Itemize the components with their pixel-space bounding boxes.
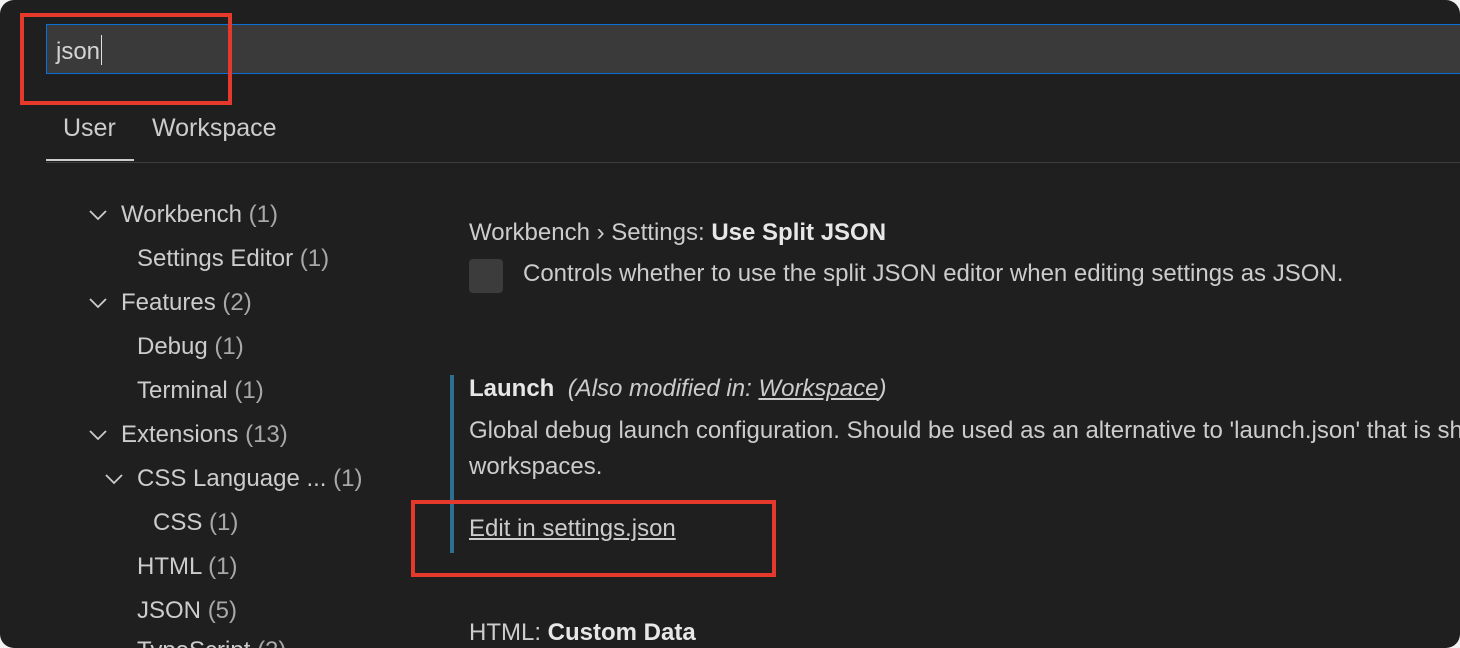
toc-item-css-language[interactable]: CSS Language ... (1) (137, 465, 362, 493)
toc-item-css[interactable]: CSS (1) (153, 509, 238, 537)
active-tab-indicator (46, 159, 134, 161)
chevron-down-icon[interactable] (87, 292, 109, 314)
setting-description: Controls whether to use the split JSON e… (523, 260, 1344, 287)
annotation-box-search (20, 13, 232, 105)
toc-item-workbench[interactable]: Workbench (1) (121, 201, 278, 229)
setting-title-custom-data: HTML: Custom Data (469, 619, 696, 646)
toc-item-typescript[interactable]: TypeScript (2) (137, 637, 286, 648)
settings-scope-tabs: User Workspace (46, 104, 1460, 163)
toc-item-json[interactable]: JSON (5) (137, 597, 237, 625)
setting-description: Global debug launch configuration. Shoul… (469, 417, 1460, 444)
annotation-box-edit-link (411, 500, 776, 577)
chevron-down-icon[interactable] (87, 424, 109, 446)
toc-item-html[interactable]: HTML (1) (137, 553, 237, 581)
toc-item-features[interactable]: Features (2) (121, 289, 252, 317)
chevron-down-icon[interactable] (103, 468, 125, 490)
search-settings-input[interactable]: json (46, 24, 1460, 74)
tab-workspace[interactable]: Workspace (152, 114, 277, 143)
modified-in-workspace-link[interactable]: Workspace (758, 375, 878, 402)
chevron-down-icon[interactable] (87, 204, 109, 226)
setting-title-use-split-json: Workbench › Settings: Use Split JSON (469, 219, 887, 246)
toc-item-debug[interactable]: Debug (1) (137, 333, 244, 361)
toc-item-settings-editor[interactable]: Settings Editor (1) (137, 245, 329, 273)
tab-user[interactable]: User (63, 114, 116, 143)
use-split-json-checkbox[interactable] (469, 259, 503, 293)
toc-item-terminal[interactable]: Terminal (1) (137, 377, 264, 405)
setting-title-launch: Launch (Also modified in: Workspace) (469, 375, 887, 402)
setting-description-continued: workspaces. (469, 453, 603, 480)
settings-editor-window: json User Workspace Workbench (1) Settin… (0, 0, 1460, 648)
toc-item-extensions[interactable]: Extensions (13) (121, 421, 288, 449)
